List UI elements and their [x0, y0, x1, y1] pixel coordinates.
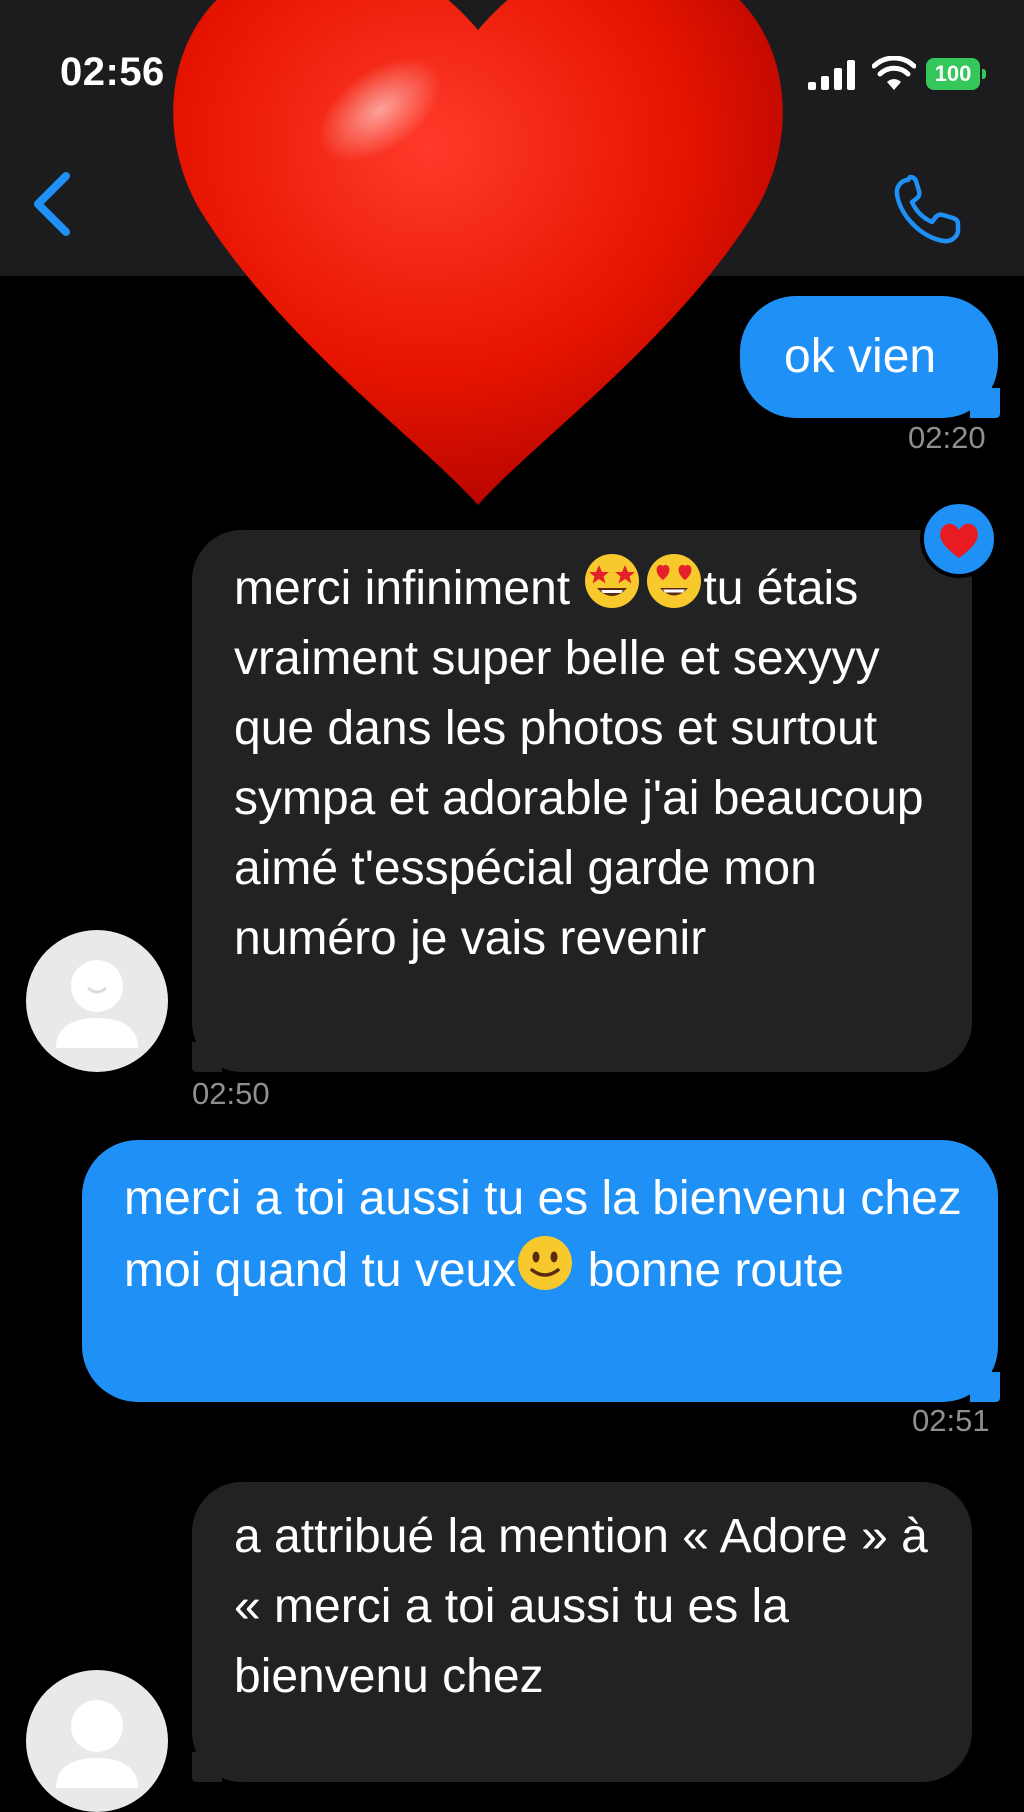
call-button[interactable]	[890, 172, 966, 248]
incoming-message-bubble[interactable]: merci infiniment tu étais vraiment super…	[192, 530, 972, 1072]
reaction-badge[interactable]	[920, 500, 998, 578]
person-icon	[56, 1700, 138, 1788]
chevron-left-icon	[34, 172, 70, 236]
back-button[interactable]	[22, 166, 82, 242]
message-timestamp: 02:20	[908, 420, 986, 455]
message-text-continued: bonne route	[574, 1244, 844, 1297]
contact-avatar[interactable]	[26, 1670, 168, 1812]
heart-eyes-emoji	[647, 554, 702, 608]
conversation-header: 02:56 100	[0, 0, 1024, 276]
battery-tip	[982, 69, 986, 79]
wifi-icon	[872, 56, 916, 90]
outgoing-message-bubble[interactable]: merci a toi aussi tu es la bienvenu chez…	[82, 1140, 1000, 1402]
phone-icon	[894, 174, 961, 244]
incoming-message-bubble[interactable]: a attribué la mention « Adore » à « merc…	[192, 1482, 972, 1782]
message-timestamp: 02:50	[192, 1076, 270, 1111]
person-icon	[56, 960, 138, 1048]
slightly-smiling-emoji	[518, 1236, 573, 1290]
battery-icon: 100	[926, 58, 986, 90]
cellular-signal-icon	[808, 60, 855, 90]
message-text-continued: tu étais vraiment super belle et sexyyy …	[234, 562, 924, 965]
outgoing-message-bubble[interactable]: ok vien	[740, 296, 1000, 418]
battery-level: 100	[926, 58, 980, 90]
star-struck-emoji	[585, 554, 640, 608]
status-bar-time: 02:56	[60, 50, 165, 94]
message-text: merci infiniment	[234, 562, 584, 615]
contact-avatar[interactable]	[26, 930, 168, 1072]
message-timestamp: 02:51	[912, 1403, 990, 1438]
message-text: ok vien	[784, 330, 937, 383]
message-text: a attribué la mention « Adore » à « merc…	[234, 1510, 928, 1703]
red-heart-icon	[940, 523, 978, 558]
